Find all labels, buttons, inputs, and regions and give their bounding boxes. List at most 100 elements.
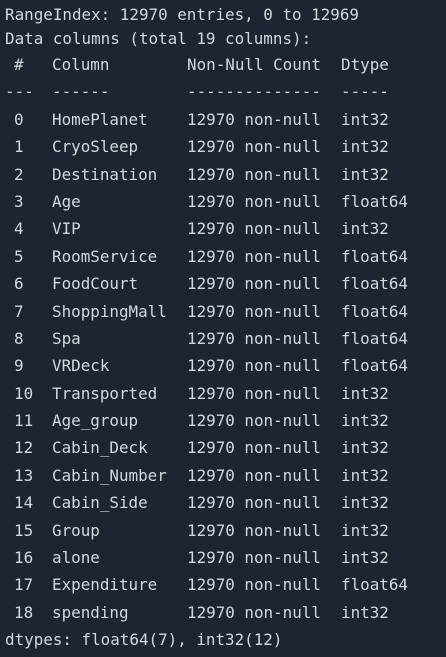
table-row: 4 VIP 12970 non-null int32 xyxy=(5,215,446,242)
table-row: 11 Age_group 12970 non-null int32 xyxy=(5,407,446,434)
row-dtype: int32 xyxy=(341,438,389,458)
table-row: 8 Spa 12970 non-null float64 xyxy=(5,325,446,352)
table-row: 17 Expenditure 12970 non-null float64 xyxy=(5,571,446,598)
separator-dtype: ----- xyxy=(341,82,389,102)
row-index: 0 xyxy=(14,109,24,129)
row-index: 2 xyxy=(14,164,24,184)
row-non-null-count: 12970 non-null xyxy=(187,465,321,485)
row-index: 16 xyxy=(14,548,34,568)
row-non-null-count: 12970 non-null xyxy=(187,493,321,513)
row-column-name: spending xyxy=(52,602,129,622)
row-dtype: float64 xyxy=(341,575,408,595)
row-column-name: RoomService xyxy=(52,246,158,266)
row-dtype: float64 xyxy=(341,191,408,211)
table-row: 14 Cabin_Side 12970 non-null int32 xyxy=(5,489,446,516)
row-dtype: int32 xyxy=(341,164,389,184)
row-non-null-count: 12970 non-null xyxy=(187,274,321,294)
row-non-null-count: 12970 non-null xyxy=(187,438,321,458)
row-non-null-count: 12970 non-null xyxy=(187,219,321,239)
dataframe-info-output: RangeIndex: 12970 entries, 0 to 12969 Da… xyxy=(0,0,446,657)
row-non-null-count: 12970 non-null xyxy=(187,383,321,403)
row-index: 15 xyxy=(14,520,34,540)
data-columns-line: Data columns (total 19 columns): xyxy=(5,29,312,48)
row-dtype: float64 xyxy=(341,246,408,266)
row-index: 7 xyxy=(14,301,24,321)
row-dtype: float64 xyxy=(341,328,408,348)
row-dtype: float64 xyxy=(341,356,408,376)
row-dtype: int32 xyxy=(341,411,389,431)
row-non-null-count: 12970 non-null xyxy=(187,301,321,321)
header-column: Column xyxy=(52,55,110,74)
row-dtype: int32 xyxy=(341,493,389,513)
row-dtype: int32 xyxy=(341,109,389,129)
row-column-name: HomePlanet xyxy=(52,109,148,129)
table-row: 12 Cabin_Deck 12970 non-null int32 xyxy=(5,434,446,461)
row-non-null-count: 12970 non-null xyxy=(187,602,321,622)
table-row: 13 Cabin_Number 12970 non-null int32 xyxy=(5,462,446,489)
row-column-name: ShoppingMall xyxy=(52,301,167,321)
table-row: 5 RoomService 12970 non-null float64 xyxy=(5,243,446,270)
row-index: 14 xyxy=(14,493,34,513)
row-index: 12 xyxy=(14,438,34,458)
row-index: 5 xyxy=(14,246,24,266)
row-index: 18 xyxy=(14,602,34,622)
dtypes-summary-line: dtypes: float64(7), int32(12) xyxy=(5,630,283,650)
row-index: 10 xyxy=(14,383,34,403)
row-dtype: int32 xyxy=(341,219,389,239)
table-row: 0 HomePlanet 12970 non-null int32 xyxy=(5,106,446,133)
row-column-name: VIP xyxy=(52,219,81,239)
row-dtype: int32 xyxy=(341,520,389,540)
row-dtype: int32 xyxy=(341,383,389,403)
row-non-null-count: 12970 non-null xyxy=(187,328,321,348)
row-index: 13 xyxy=(14,465,34,485)
header-index: # xyxy=(14,55,24,74)
row-non-null-count: 12970 non-null xyxy=(187,137,321,157)
table-body: 0 HomePlanet 12970 non-null int32 1 CryoSleep… xyxy=(5,106,446,626)
row-index: 8 xyxy=(14,328,24,348)
row-column-name: Transported xyxy=(52,383,158,403)
row-column-name: Spa xyxy=(52,328,81,348)
table-row: 3 Age 12970 non-null float64 xyxy=(5,188,446,215)
row-dtype: int32 xyxy=(341,137,389,157)
header-dtype: Dtype xyxy=(341,55,389,74)
row-column-name: Expenditure xyxy=(52,575,158,595)
row-column-name: Destination xyxy=(52,164,158,184)
table-row: 18 spending 12970 non-null int32 xyxy=(5,599,446,626)
row-index: 11 xyxy=(14,411,34,431)
row-column-name: VRDeck xyxy=(52,356,110,376)
row-column-name: Cabin_Number xyxy=(52,465,167,485)
row-index: 6 xyxy=(14,274,24,294)
separator-non-null-count: -------------- xyxy=(187,82,321,102)
row-column-name: alone xyxy=(52,548,100,568)
row-non-null-count: 12970 non-null xyxy=(187,191,321,211)
row-column-name: FoodCourt xyxy=(52,274,139,294)
table-row: 10 Transported 12970 non-null int32 xyxy=(5,380,446,407)
separator-column: ------ xyxy=(52,82,110,102)
table-row: 1 CryoSleep 12970 non-null int32 xyxy=(5,133,446,160)
table-row: 16 alone 12970 non-null int32 xyxy=(5,544,446,571)
row-dtype: float64 xyxy=(341,301,408,321)
row-non-null-count: 12970 non-null xyxy=(187,520,321,540)
row-non-null-count: 12970 non-null xyxy=(187,548,321,568)
row-index: 9 xyxy=(14,356,24,376)
row-index: 4 xyxy=(14,219,24,239)
row-non-null-count: 12970 non-null xyxy=(187,164,321,184)
row-index: 1 xyxy=(14,137,24,157)
header-non-null-count: Non-Null Count xyxy=(187,55,321,74)
row-column-name: Age xyxy=(52,191,81,211)
table-header-row: # Column Non-Null Count Dtype xyxy=(5,51,446,78)
table-row: 7 ShoppingMall 12970 non-null float64 xyxy=(5,298,446,325)
row-column-name: Cabin_Deck xyxy=(52,438,148,458)
row-non-null-count: 12970 non-null xyxy=(187,109,321,129)
row-column-name: Group xyxy=(52,520,100,540)
row-dtype: float64 xyxy=(341,274,408,294)
table-row: 9 VRDeck 12970 non-null float64 xyxy=(5,352,446,379)
row-non-null-count: 12970 non-null xyxy=(187,246,321,266)
row-non-null-count: 12970 non-null xyxy=(187,411,321,431)
table-row: 2 Destination 12970 non-null int32 xyxy=(5,161,446,188)
separator-index: --- xyxy=(5,82,34,102)
row-dtype: int32 xyxy=(341,602,389,622)
table-row: 15 Group 12970 non-null int32 xyxy=(5,517,446,544)
row-non-null-count: 12970 non-null xyxy=(187,575,321,595)
table-separator-row: --- ------ -------------- ----- xyxy=(5,78,446,105)
